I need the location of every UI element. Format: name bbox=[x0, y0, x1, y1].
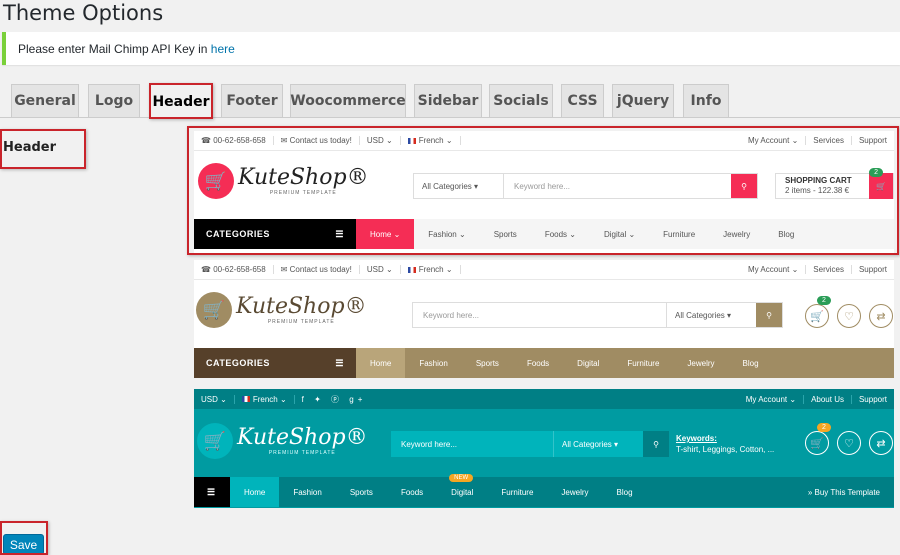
category-select: All Categories ▾ bbox=[553, 431, 643, 457]
header-preview-2[interactable]: ☎ 00-62-658-658 ✉ Contact us today! USD … bbox=[194, 260, 894, 378]
categories-button: CATEGORIES ☰ bbox=[194, 348, 356, 378]
section-label-highlight bbox=[0, 129, 86, 169]
menu-icon: ☰ bbox=[335, 357, 344, 368]
search-input: Keyword here... bbox=[401, 439, 458, 449]
about-us: About Us bbox=[803, 394, 851, 404]
language: French ⌄ bbox=[235, 394, 295, 404]
nav-furniture: Furniture bbox=[627, 358, 660, 368]
notice-link[interactable]: here bbox=[211, 42, 235, 56]
logo: 🛒 KuteShop® PREMIUM TEMPLATE bbox=[197, 423, 368, 459]
nav-foods: Foods bbox=[526, 358, 550, 368]
social-icons: f ✦ ⓟ g+ bbox=[301, 394, 367, 404]
preview3-topbar: USD ⌄ French ⌄ f ✦ ⓟ g+ My Account ⌄ Abo… bbox=[194, 389, 894, 409]
search-icon: ⚲ bbox=[756, 303, 782, 327]
selected-header-highlight bbox=[187, 126, 899, 255]
language: French ⌄ bbox=[401, 265, 461, 274]
nav-blog: Blog bbox=[616, 487, 633, 497]
cart-icon: 🛒 bbox=[805, 431, 829, 455]
compare-icon: ⇄ bbox=[869, 431, 893, 455]
tab-general[interactable]: General bbox=[11, 84, 79, 117]
cart-count-badge: 2 bbox=[817, 296, 831, 305]
tab-info[interactable]: Info bbox=[683, 84, 729, 117]
keywords: Keywords: T-shirt, Leggings, Cotton, ... bbox=[676, 434, 775, 455]
options-tabs: General Logo Header Footer Woocommerce S… bbox=[0, 84, 900, 118]
support: Support bbox=[850, 265, 894, 274]
category-select: All Categories ▾ bbox=[666, 303, 756, 327]
nav-digital: Digital bbox=[577, 358, 600, 368]
tab-woocommerce[interactable]: Woocommerce bbox=[290, 84, 406, 117]
nav-blog: Blog bbox=[742, 358, 759, 368]
preview3-middle: 🛒 KuteShop® PREMIUM TEMPLATE Keyword here… bbox=[194, 409, 894, 477]
services: Services bbox=[805, 265, 851, 274]
contact: ✉ Contact us today! bbox=[274, 265, 360, 274]
wishlist-icon: ♡ bbox=[837, 304, 861, 328]
theme-options-page: Theme Options Please enter Mail Chimp AP… bbox=[0, 0, 900, 555]
nav-sports: Sports bbox=[349, 487, 373, 497]
my-account: My Account ⌄ bbox=[745, 394, 797, 404]
search-bar: Keyword here... All Categories ▾ ⚲ bbox=[391, 431, 669, 457]
cart-logo-icon: 🛒 bbox=[197, 423, 233, 459]
header-preview-3[interactable]: USD ⌄ French ⌄ f ✦ ⓟ g+ My Account ⌄ Abo… bbox=[194, 389, 894, 508]
preview2-nav: CATEGORIES ☰ Home Fashion Sports Foods Di… bbox=[194, 348, 894, 378]
cart-count-badge: 2 bbox=[817, 423, 831, 432]
cart-logo-icon: 🛒 bbox=[196, 292, 232, 328]
tab-css[interactable]: CSS bbox=[561, 84, 604, 117]
notice-text: Please enter Mail Chimp API Key in bbox=[18, 42, 211, 56]
logo: 🛒 KuteShop® PREMIUM TEMPLATE bbox=[196, 292, 367, 328]
nav-digital: Digital NEW bbox=[449, 473, 474, 497]
currency: USD ⌄ bbox=[360, 265, 401, 274]
search-input: Keyword here... bbox=[423, 310, 480, 320]
nav-sports: Sports bbox=[475, 358, 499, 368]
new-badge: NEW bbox=[449, 473, 474, 482]
search-icon: ⚲ bbox=[643, 431, 669, 457]
tab-sidebar[interactable]: Sidebar bbox=[414, 84, 482, 117]
mailchimp-notice: Please enter Mail Chimp API Key in here bbox=[2, 32, 900, 65]
preview2-topbar: ☎ 00-62-658-658 ✉ Contact us today! USD … bbox=[194, 260, 894, 280]
support: Support bbox=[850, 394, 894, 404]
phone: ☎ 00-62-658-658 bbox=[194, 265, 274, 274]
preview2-middle: 🛒 KuteShop® PREMIUM TEMPLATE Keyword here… bbox=[194, 280, 894, 348]
nav-foods: Foods bbox=[400, 487, 424, 497]
save-button-highlight bbox=[0, 521, 48, 555]
buy-template-link: » Buy This Template bbox=[807, 487, 880, 497]
tab-footer[interactable]: Footer bbox=[221, 84, 283, 117]
nav-fashion: Fashion bbox=[293, 487, 322, 497]
tab-logo[interactable]: Logo bbox=[88, 84, 140, 117]
nav-furniture: Furniture bbox=[501, 487, 534, 497]
nav-fashion: Fashion bbox=[419, 358, 448, 368]
preview3-nav: ☰ Home Fashion Sports Foods Digital NEW … bbox=[194, 473, 894, 507]
active-tab-highlight bbox=[149, 83, 213, 119]
nav-jewelry: Jewelry bbox=[561, 487, 589, 497]
my-account: My Account ⌄ bbox=[747, 265, 799, 274]
nav-jewelry: Jewelry bbox=[687, 358, 715, 368]
nav-home: Home bbox=[356, 348, 406, 378]
search-bar: Keyword here... All Categories ▾ ⚲ bbox=[412, 302, 783, 328]
wishlist-icon: ♡ bbox=[837, 431, 861, 455]
cart-icon: 🛒 bbox=[805, 304, 829, 328]
nav-home: Home bbox=[230, 477, 280, 507]
currency: USD ⌄ bbox=[194, 394, 235, 404]
page-title: Theme Options bbox=[3, 1, 164, 25]
tab-socials[interactable]: Socials bbox=[489, 84, 553, 117]
compare-icon: ⇄ bbox=[869, 304, 893, 328]
menu-icon: ☰ bbox=[194, 477, 230, 507]
tab-jquery[interactable]: jQuery bbox=[612, 84, 674, 117]
